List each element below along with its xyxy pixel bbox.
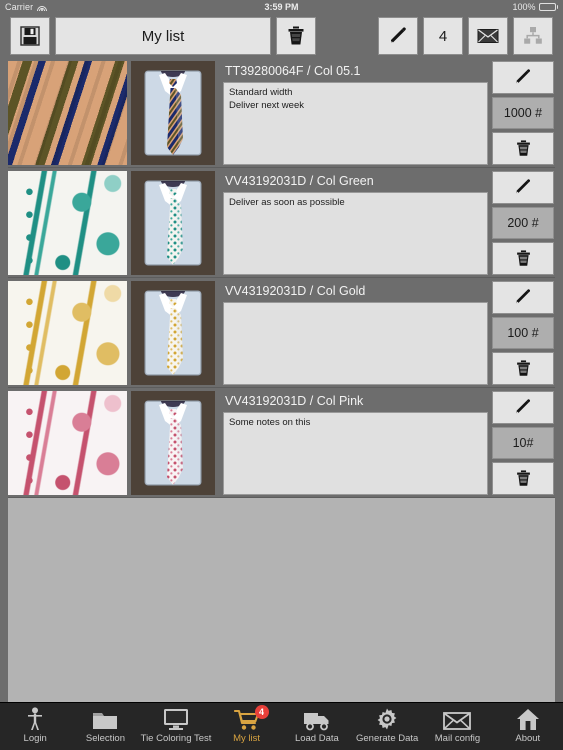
tab-login[interactable]: Login — [0, 703, 70, 744]
battery-percent-label: 100% — [512, 2, 536, 12]
app-root: Carrier 3:59 PM 100% My list 4 TT3928006… — [0, 0, 563, 750]
list-item[interactable]: TT39280064F / Col 05.1 Standard width De… — [8, 58, 555, 168]
tie-photo-thumbnail[interactable] — [131, 61, 215, 165]
share-network-icon — [524, 27, 542, 44]
tab-label: About — [515, 733, 541, 744]
item-notes-field[interactable]: Standard width Deliver next week — [223, 82, 488, 165]
item-edit-button[interactable] — [492, 171, 554, 204]
fabric-swatch-thumbnail[interactable] — [8, 281, 127, 385]
tab-label: My list — [233, 733, 260, 744]
item-edit-button[interactable] — [492, 281, 554, 314]
item-title: VV43192031D / Col Pink — [225, 394, 364, 408]
item-quantity-button[interactable]: 200 # — [492, 206, 554, 240]
pencil-edit-icon — [516, 289, 530, 304]
tab-generate-data[interactable]: Generate Data — [352, 703, 422, 744]
tab-badge: 4 — [254, 705, 269, 719]
fabric-swatch-thumbnail[interactable] — [8, 171, 127, 275]
item-delete-button[interactable] — [492, 132, 554, 166]
envelope-mail-icon — [477, 29, 499, 43]
item-actions: 200 # — [492, 171, 555, 276]
pencil-edit-icon — [391, 27, 406, 43]
tie-photo-thumbnail[interactable] — [131, 171, 215, 275]
shopping-cart-icon: 4 — [233, 705, 269, 731]
item-actions: 10# — [492, 391, 555, 496]
trash-can-icon — [516, 470, 530, 486]
trash-can-icon — [516, 250, 530, 266]
home-icon — [516, 707, 540, 731]
tab-about[interactable]: About — [493, 703, 563, 744]
pencil-edit-icon — [516, 399, 530, 414]
list-item[interactable]: VV43192031D / Col Gold 100 # — [8, 278, 555, 388]
item-quantity-button[interactable]: 1000 # — [492, 96, 554, 130]
list-container[interactable]: TT39280064F / Col 05.1 Standard width De… — [0, 58, 563, 702]
fabric-swatch-thumbnail[interactable] — [8, 61, 127, 165]
tab-load-data[interactable]: Load Data — [282, 703, 352, 744]
item-actions: 100 # — [492, 281, 555, 386]
pencil-edit-icon — [516, 179, 530, 194]
list-item[interactable]: VV43192031D / Col Pink Some notes on thi… — [8, 388, 555, 498]
monitor-icon — [163, 707, 189, 731]
item-info: VV43192031D / Col Gold — [219, 281, 488, 385]
tie-photo-thumbnail[interactable] — [131, 391, 215, 495]
item-info: VV43192031D / Col Green Deliver as soon … — [219, 171, 488, 275]
list-rows: TT39280064F / Col 05.1 Standard width De… — [8, 58, 555, 498]
send-mail-button[interactable] — [468, 17, 508, 55]
status-bar-right: 100% — [512, 2, 558, 12]
trash-can-icon — [288, 26, 304, 45]
item-title: VV43192031D / Col Green — [225, 174, 374, 188]
tie-photo-thumbnail[interactable] — [131, 281, 215, 385]
tab-tie-coloring-test[interactable]: Tie Coloring Test — [140, 703, 212, 744]
gear-icon — [375, 707, 399, 731]
item-edit-button[interactable] — [492, 61, 554, 94]
item-notes-field[interactable]: Some notes on this — [223, 412, 488, 495]
share-button[interactable] — [513, 17, 553, 55]
tab-mail-config[interactable]: Mail config — [422, 703, 492, 744]
folder-icon — [92, 707, 118, 731]
status-bar-time: 3:59 PM — [264, 2, 299, 12]
item-delete-button[interactable] — [492, 462, 554, 496]
person-icon — [25, 707, 45, 731]
clear-list-button[interactable] — [276, 17, 316, 55]
envelope-icon — [443, 707, 472, 731]
bottom-tab-bar: Login Selection Tie Coloring Test 4 My l… — [0, 702, 563, 750]
trash-can-icon — [516, 140, 530, 156]
item-delete-button[interactable] — [492, 242, 554, 276]
list-title-text: My list — [141, 27, 185, 45]
status-bar: Carrier 3:59 PM 100% — [0, 0, 563, 14]
save-button[interactable] — [10, 17, 50, 55]
fabric-swatch-thumbnail[interactable] — [8, 391, 127, 495]
list-item[interactable]: VV43192031D / Col Green Deliver as soon … — [8, 168, 555, 278]
tab-my-list[interactable]: 4 My list — [211, 703, 281, 744]
item-edit-button[interactable] — [492, 391, 554, 424]
item-actions: 1000 # — [492, 61, 555, 166]
edit-list-button[interactable] — [378, 17, 418, 55]
truck-icon — [303, 707, 331, 731]
top-toolbar: My list 4 — [0, 14, 563, 58]
battery-icon — [538, 3, 558, 11]
item-quantity-button[interactable]: 10# — [492, 426, 554, 460]
tab-label: Login — [23, 733, 47, 744]
total-quantity-button[interactable]: 4 — [423, 17, 463, 55]
item-title: TT39280064F / Col 05.1 — [225, 64, 361, 78]
item-delete-button[interactable] — [492, 352, 554, 386]
floppy-disk-save-icon — [20, 26, 40, 46]
tab-label: Mail config — [434, 733, 481, 744]
item-quantity-button[interactable]: 100 # — [492, 316, 554, 350]
pencil-edit-icon — [516, 69, 530, 84]
item-info: VV43192031D / Col Pink Some notes on thi… — [219, 391, 488, 495]
trash-can-icon — [516, 360, 530, 376]
item-info: TT39280064F / Col 05.1 Standard width De… — [219, 61, 488, 165]
list-title-field[interactable]: My list — [55, 17, 271, 55]
item-notes-field[interactable]: Deliver as soon as possible — [223, 192, 488, 275]
tab-label: Tie Coloring Test — [140, 733, 212, 744]
tab-label: Load Data — [294, 733, 339, 744]
tab-selection[interactable]: Selection — [70, 703, 140, 744]
tab-label: Selection — [85, 733, 126, 744]
item-title: VV43192031D / Col Gold — [225, 284, 366, 298]
total-quantity-label: 4 — [438, 27, 448, 45]
item-notes-field[interactable] — [223, 302, 488, 385]
tab-label: Generate Data — [356, 733, 419, 744]
